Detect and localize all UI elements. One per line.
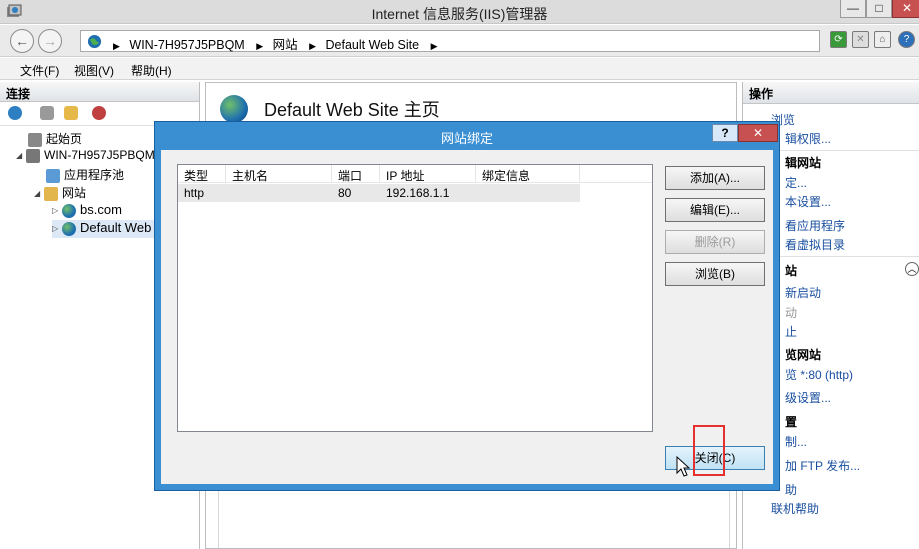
breadcrumb-separator: ▶ xyxy=(309,41,317,51)
breadcrumb[interactable]: ▶ WIN-7H957J5PBQM ▶ 网站 ▶ Default Web Sit… xyxy=(80,30,820,52)
breadcrumb-site[interactable]: Default Web Site xyxy=(326,38,420,52)
collapse-arrow-icon[interactable]: ◢ xyxy=(34,189,44,198)
browse-binding-button[interactable]: 浏览(B) xyxy=(665,262,765,286)
highlight-box xyxy=(693,425,725,476)
menu-view[interactable]: 视图(V) xyxy=(74,62,114,79)
tree-sites[interactable]: ◢ 网站 xyxy=(34,184,86,202)
back-button[interactable]: ← xyxy=(10,29,34,53)
content-area xyxy=(218,488,730,548)
start-page-icon xyxy=(28,132,42,147)
dialog-help-button[interactable]: ? xyxy=(712,124,738,142)
bindings-list-header: 类型 主机名 端口 IP 地址 绑定信息 xyxy=(178,165,652,183)
server-icon xyxy=(26,148,40,163)
tree-site-bs[interactable]: ▷ bs.com xyxy=(52,202,122,220)
disconnect-icon[interactable] xyxy=(92,106,106,120)
breadcrumb-separator: ▶ xyxy=(430,41,438,51)
refresh-icon[interactable]: ⟳ xyxy=(830,31,847,48)
dialog-title: 网站绑定 xyxy=(440,131,493,146)
breadcrumb-separator: ▶ xyxy=(113,41,120,51)
up-folder-icon[interactable] xyxy=(64,106,78,120)
action-view-virtual-dirs[interactable]: 看虚拟目录 xyxy=(785,236,845,253)
mouse-cursor-icon xyxy=(676,456,691,477)
globe-icon xyxy=(87,34,102,49)
expand-arrow-icon[interactable]: ▷ xyxy=(52,206,62,215)
action-bindings[interactable]: 定... xyxy=(785,174,807,191)
action-basic-settings[interactable]: 本设置... xyxy=(785,193,831,210)
save-icon[interactable] xyxy=(40,106,54,120)
edit-binding-button[interactable]: 编辑(E)... xyxy=(665,198,765,222)
dialog-close-icon[interactable]: ✕ xyxy=(738,124,778,142)
site-globe-icon xyxy=(220,95,248,123)
action-restart[interactable]: 新启动 xyxy=(785,284,821,301)
cell-type: http xyxy=(184,186,205,200)
action-online-help[interactable]: 联机帮助 xyxy=(771,500,819,517)
remove-binding-button[interactable]: 删除(R) xyxy=(665,230,765,254)
tree-app-pools[interactable]: 应用程序池 xyxy=(46,166,124,184)
page-title: Default Web Site 主页 xyxy=(264,100,440,120)
action-section-manage-site: 站 xyxy=(785,264,798,278)
maximize-button[interactable]: □ xyxy=(866,0,892,18)
forward-button[interactable]: → xyxy=(38,29,62,53)
action-start: 动 xyxy=(785,306,798,320)
action-section-browse-site: 览网站 xyxy=(785,348,822,362)
tree-server[interactable]: ◢ WIN-7H957J5PBQM xyxy=(16,148,155,166)
action-advanced-settings[interactable]: 级设置... xyxy=(785,389,831,406)
column-header-type[interactable]: 类型 xyxy=(178,165,226,183)
action-limits[interactable]: 制... xyxy=(785,433,807,450)
dialog-body: 类型 主机名 端口 IP 地址 绑定信息 http 80 192.168.1.1… xyxy=(161,150,773,484)
sites-folder-icon xyxy=(44,186,58,201)
breadcrumb-separator: ▶ xyxy=(256,41,264,51)
minimize-button[interactable]: — xyxy=(840,0,866,18)
breadcrumb-server[interactable]: WIN-7H957J5PBQM xyxy=(129,38,244,52)
cell-port: 80 xyxy=(338,186,352,200)
action-help[interactable]: 助 xyxy=(785,481,797,498)
window-title: Internet 信息服务(IIS)管理器 xyxy=(371,6,548,22)
collapse-section-icon[interactable]: ︿ xyxy=(905,262,919,276)
action-add-ftp[interactable]: 加 FTP 发布... xyxy=(785,457,860,474)
address-bar: ← → ▶ WIN-7H957J5PBQM ▶ 网站 ▶ Default Web… xyxy=(0,25,919,57)
window-close-button[interactable]: ✕ xyxy=(892,0,919,18)
site-bindings-dialog: 网站绑定 ? ✕ 类型 主机名 端口 IP 地址 绑定信息 http 80 19… xyxy=(154,121,780,491)
title-bar: Internet 信息服务(IIS)管理器 — □ ✕ xyxy=(0,0,919,24)
column-header-port[interactable]: 端口 xyxy=(332,165,380,183)
action-edit-permissions[interactable]: 辑权限... xyxy=(785,130,831,147)
connect-icon[interactable] xyxy=(8,106,22,120)
tree-site-default[interactable]: ▷ Default Web xyxy=(52,220,156,238)
column-header-host[interactable]: 主机名 xyxy=(226,165,332,183)
add-binding-button[interactable]: 添加(A)... xyxy=(665,166,765,190)
menu-file[interactable]: 文件(F) xyxy=(20,62,59,79)
breadcrumb-sites[interactable]: 网站 xyxy=(273,38,298,52)
stop-icon[interactable]: ✕ xyxy=(852,31,869,48)
collapse-arrow-icon[interactable]: ◢ xyxy=(16,151,26,160)
help-icon[interactable]: ? xyxy=(898,31,915,48)
app-pool-icon xyxy=(46,168,60,183)
action-stop[interactable]: 止 xyxy=(785,323,797,340)
actions-title: 操作 xyxy=(743,82,919,104)
action-view-applications[interactable]: 看应用程序 xyxy=(785,217,845,234)
connections-title: 连接 xyxy=(0,82,199,102)
home-icon[interactable]: ⌂ xyxy=(874,31,891,48)
action-browse-80[interactable]: 览 *:80 (http) xyxy=(785,366,853,383)
tree-start-page[interactable]: 起始页 xyxy=(28,130,82,148)
menu-help[interactable]: 帮助(H) xyxy=(131,62,172,79)
cell-ip: 192.168.1.1 xyxy=(386,186,450,200)
globe-icon xyxy=(62,221,76,236)
globe-icon xyxy=(62,203,76,218)
action-section-configure: 置 xyxy=(785,415,798,429)
action-section-edit-site: 辑网站 xyxy=(785,156,822,170)
column-header-ip[interactable]: IP 地址 xyxy=(380,165,476,183)
column-header-info[interactable]: 绑定信息 xyxy=(476,165,580,183)
table-row[interactable]: http 80 192.168.1.1 xyxy=(178,184,580,202)
menu-bar: 文件(F) 视图(V) 帮助(H) xyxy=(0,58,919,80)
expand-arrow-icon[interactable]: ▷ xyxy=(52,224,62,233)
bindings-list[interactable]: 类型 主机名 端口 IP 地址 绑定信息 http 80 192.168.1.1 xyxy=(177,164,653,432)
